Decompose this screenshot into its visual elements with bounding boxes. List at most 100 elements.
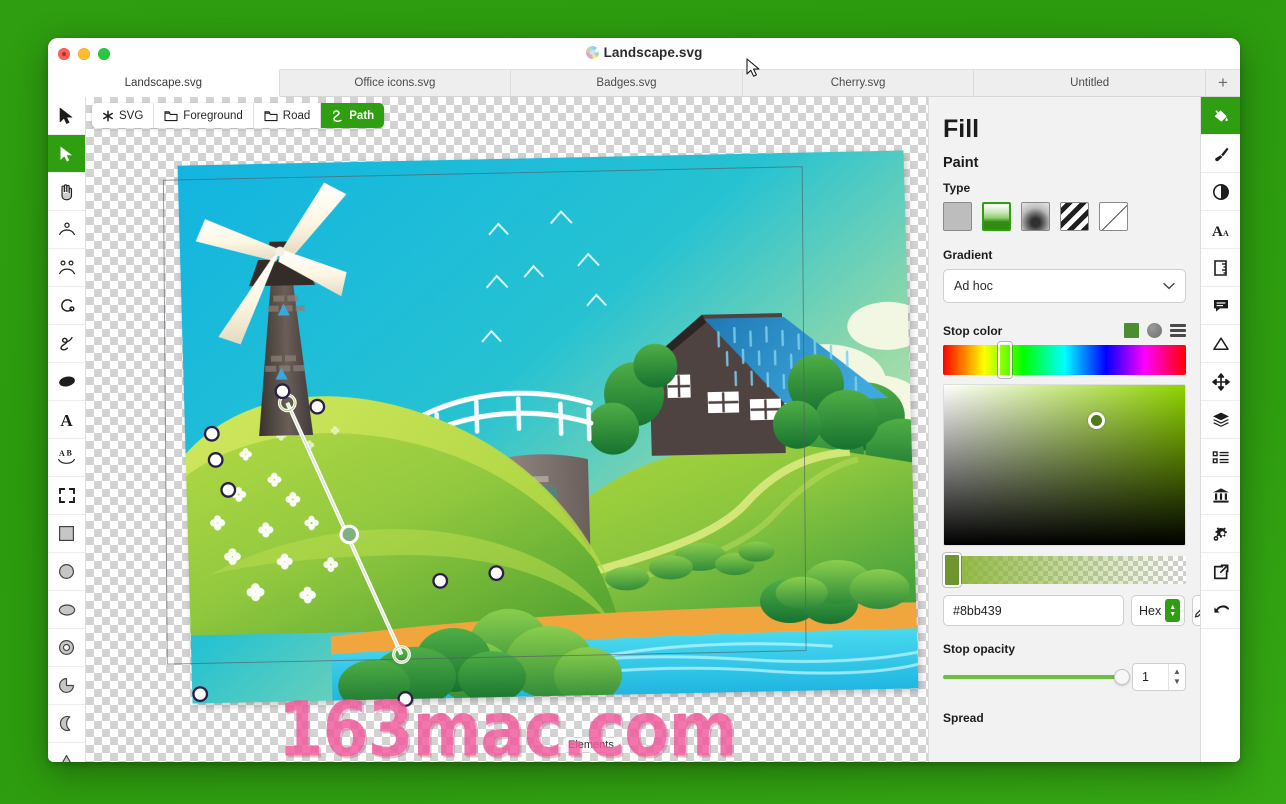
fill-properties-panel: Fill Paint Type Gradient Ad hoc Stop col…: [928, 97, 1200, 762]
color-mode-stepper[interactable]: ▲ ▼: [1165, 599, 1181, 622]
text-tool[interactable]: A: [48, 401, 85, 439]
ellipse-tool[interactable]: [48, 591, 85, 629]
breadcrumb-label: Road: [282, 109, 311, 122]
stop-color-mode-buttons: [1124, 323, 1186, 338]
window-body: A A B SVG Foreground Road Path Elements …: [48, 97, 1240, 762]
node-edit-tool[interactable]: [48, 211, 85, 249]
speech-bubble-icon: [1213, 300, 1228, 312]
breadcrumb-item-foreground[interactable]: Foreground: [154, 103, 254, 128]
square-swatch-icon[interactable]: [1124, 323, 1139, 338]
alpha-slider[interactable]: [943, 553, 1186, 587]
pan-tool[interactable]: [48, 173, 85, 211]
moon-tool[interactable]: [48, 705, 85, 743]
svg-text:B: B: [67, 449, 73, 457]
saturation-value-field[interactable]: [943, 384, 1186, 546]
fill-panel-button[interactable]: [1201, 97, 1240, 135]
chevron-down-icon: [1163, 282, 1175, 290]
color-mode-select[interactable]: Hex ▲ ▼: [1131, 595, 1186, 626]
tab-label: Badges.svg: [596, 77, 657, 89]
eyedropper-button[interactable]: [1192, 595, 1200, 626]
paint-type-linear-gradient[interactable]: [982, 202, 1011, 231]
export-panel-button[interactable]: [1201, 553, 1240, 591]
crop-tool[interactable]: [48, 477, 85, 515]
text-path-tool[interactable]: A B: [48, 439, 85, 477]
layers-panel-button[interactable]: [1201, 401, 1240, 439]
transform-panel-button[interactable]: [1201, 363, 1240, 401]
stop-opacity-slider[interactable]: [943, 669, 1130, 685]
title-bar: Landscape.svg: [48, 38, 1240, 69]
circle-tool[interactable]: [48, 553, 85, 591]
tab-badges[interactable]: Badges.svg: [511, 69, 743, 97]
export-arrow-icon: [1213, 564, 1228, 579]
mouse-cursor: [746, 58, 760, 77]
paint-type-solid[interactable]: [943, 202, 972, 231]
pie-tool[interactable]: [48, 667, 85, 705]
move-arrows-icon: [1211, 372, 1230, 391]
tab-office-icons[interactable]: Office icons.svg: [279, 69, 512, 97]
hue-slider-thumb[interactable]: [997, 342, 1012, 378]
stop-color-label: Stop color: [943, 323, 1003, 338]
undo-panel-button[interactable]: [1201, 591, 1240, 629]
stop-opacity-value: 1: [1142, 670, 1149, 684]
left-toolbar: A A B: [48, 97, 86, 762]
paint-type-radial-gradient[interactable]: [1021, 202, 1050, 231]
breadcrumb-item-svg[interactable]: SVG: [92, 103, 155, 128]
breadcrumb-label: Foreground: [183, 109, 243, 122]
panel-title: Fill: [943, 115, 980, 143]
node-arrow-icon: [60, 146, 72, 162]
donut-icon: [58, 639, 75, 656]
stop-opacity-spinner[interactable]: ▲ ▼: [1168, 664, 1185, 690]
gears-icon: [1213, 526, 1227, 541]
landscape-illustration[interactable]: [177, 150, 919, 704]
alpha-slider-thumb[interactable]: [943, 553, 961, 587]
eyedropper-icon: [1194, 609, 1200, 618]
node-point-icon: [58, 222, 75, 235]
circle-icon: [58, 563, 75, 580]
select-tool[interactable]: [48, 97, 85, 135]
chevron-down-icon[interactable]: ▼: [1173, 678, 1181, 686]
square-icon: [59, 526, 75, 542]
measure-panel-button[interactable]: [1201, 249, 1240, 287]
elements-panel-button[interactable]: [1201, 439, 1240, 477]
list-swatch-icon[interactable]: [1170, 324, 1186, 337]
breadcrumb-item-path[interactable]: Path: [321, 103, 385, 128]
stop-opacity-field[interactable]: 1 ▲ ▼: [1132, 663, 1186, 691]
chevron-up-icon[interactable]: ▲: [1173, 668, 1181, 676]
typography-panel-button[interactable]: A A: [1201, 211, 1240, 249]
multi-node-tool[interactable]: [48, 249, 85, 287]
blob-tool[interactable]: [48, 363, 85, 401]
donut-tool[interactable]: [48, 629, 85, 667]
saturation-value-thumb[interactable]: [1087, 412, 1105, 430]
gradient-select[interactable]: Ad hoc: [943, 269, 1186, 303]
right-toolbar: A A: [1200, 97, 1240, 762]
stop-opacity-thumb[interactable]: [1114, 669, 1130, 685]
freehand-tool[interactable]: [48, 325, 85, 363]
stroke-panel-button[interactable]: [1201, 135, 1240, 173]
tab-cherry[interactable]: Cherry.svg: [742, 69, 975, 97]
crop-frame-icon: [58, 488, 75, 503]
breadcrumb-item-road[interactable]: Road: [253, 103, 322, 128]
curve-tool[interactable]: [48, 287, 85, 325]
triangle-tool[interactable]: [48, 743, 85, 762]
comments-panel-button[interactable]: [1201, 287, 1240, 325]
paint-type-pattern[interactable]: [1060, 202, 1089, 231]
tab-landscape[interactable]: Landscape.svg: [48, 69, 280, 97]
tab-label: Cherry.svg: [830, 77, 886, 89]
library-panel-button[interactable]: [1201, 477, 1240, 515]
filled-ellipse-icon: [58, 376, 75, 387]
gradient-label: Gradient: [943, 248, 993, 262]
paint-type-none[interactable]: [1099, 202, 1128, 231]
circle-swatch-icon[interactable]: [1147, 323, 1162, 338]
node-tool[interactable]: [48, 135, 85, 173]
triangle-icon: [62, 754, 71, 762]
rectangle-tool[interactable]: [48, 515, 85, 553]
hand-icon: [61, 183, 73, 200]
hex-input[interactable]: [943, 595, 1124, 626]
geometry-panel-button[interactable]: [1201, 325, 1240, 363]
settings-panel-button[interactable]: [1201, 515, 1240, 553]
effects-panel-button[interactable]: [1201, 173, 1240, 211]
hue-slider[interactable]: [943, 342, 1186, 378]
new-tab-button[interactable]: +: [1205, 69, 1240, 97]
drawing-canvas[interactable]: SVG Foreground Road Path Elements 163mac…: [86, 97, 928, 762]
tab-untitled[interactable]: Untitled: [974, 69, 1206, 97]
